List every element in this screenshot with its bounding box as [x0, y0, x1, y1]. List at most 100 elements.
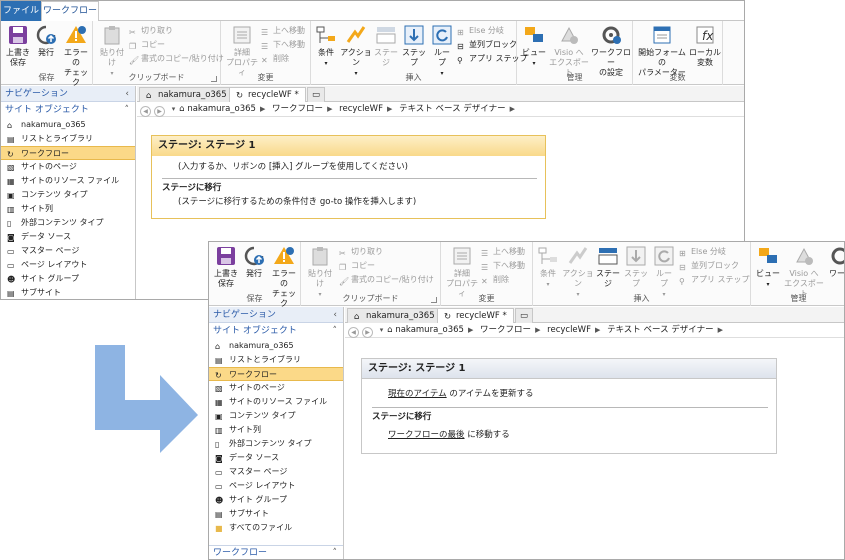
init-form-params-button[interactable]: 開始フォームの パラメーター — [637, 24, 687, 78]
stage-title[interactable]: ステージ: ステージ 1 — [362, 359, 776, 379]
current-item-link[interactable]: 現在のアイテム — [388, 389, 447, 399]
breadcrumb-item[interactable]: テキスト ベース デザイナー — [399, 104, 506, 114]
nav-item-master-pages[interactable]: ▭ マスター ページ — [1, 244, 135, 258]
tab-recyclewf[interactable]: ↻ recycleWF * — [229, 87, 306, 102]
breadcrumb-item[interactable]: nakamura_o365 — [395, 325, 464, 335]
view-button[interactable]: ビュー ▾ — [521, 24, 547, 69]
paste-button[interactable]: 貼り付け ▾ — [97, 24, 127, 79]
else-branch-button[interactable]: ⊞ Else 分岐 — [679, 246, 726, 258]
nav-item-subsites[interactable]: ▤ サブサイト — [1, 286, 135, 299]
local-vars-button[interactable]: fx ローカル 変数 — [689, 24, 721, 68]
move-down-button[interactable]: ☰ 下へ移動 — [261, 39, 305, 51]
nav-item-subsites[interactable]: ▤ サブサイト — [209, 507, 343, 521]
step-button[interactable]: ステップ — [399, 24, 429, 68]
tab-workflow[interactable]: ワークフロー — [41, 1, 99, 22]
nav-item-site-columns[interactable]: ▥ サイト列 — [209, 423, 343, 437]
tab-recyclewf[interactable]: ↻ recycleWF * — [437, 308, 514, 323]
nav-item-site-pages[interactable]: ▧ サイトのページ — [209, 381, 343, 395]
nav-section-site-objects[interactable]: サイト オブジェクト ˄ — [209, 323, 343, 339]
new-tab-button[interactable]: ▭ — [515, 308, 533, 323]
publish-button[interactable]: 発行 — [34, 24, 58, 58]
nav-item-site-pages[interactable]: ▧ サイトのページ — [1, 160, 135, 174]
breadcrumb-item[interactable]: ワークフロー — [272, 104, 323, 114]
nav-header[interactable]: ナビゲーション ‹ — [1, 86, 135, 102]
stage-placeholder[interactable]: (入力するか、リボンの [挿入] グループを使用してください) — [152, 160, 545, 174]
tab-file[interactable]: ファイル — [1, 1, 41, 21]
format-painter-button[interactable]: 🖌 書式のコピー/貼り付け — [339, 274, 434, 286]
breadcrumb-item[interactable]: テキスト ベース デザイナー — [607, 325, 714, 335]
chevron-down-icon[interactable]: ▾ — [172, 105, 176, 113]
chevron-left-icon[interactable]: ‹ — [125, 86, 129, 102]
loop-button[interactable]: ループ ▾ — [431, 24, 453, 79]
nav-item-page-layouts[interactable]: ▭ ページ レイアウト — [209, 479, 343, 493]
clipboard-launcher[interactable] — [431, 297, 437, 303]
transition-placeholder[interactable]: (ステージに移行するための条件付き go-to 操作を挿入します) — [152, 195, 545, 209]
save-button[interactable]: 上書き 保存 — [5, 24, 31, 68]
view-button[interactable]: ビュー ▾ — [755, 245, 781, 290]
else-branch-button[interactable]: ⊞ Else 分岐 — [457, 25, 504, 37]
copy-button[interactable]: ❐ コピー — [129, 39, 165, 51]
nav-item-all-files[interactable]: ■ すべてのファイル — [209, 521, 343, 535]
clipboard-launcher[interactable] — [211, 76, 217, 82]
publish-button[interactable]: 発行 — [242, 245, 266, 279]
workflow-settings-button[interactable]: ワークフロー の設定 — [591, 24, 631, 78]
paste-button[interactable]: 貼り付け ▾ — [305, 245, 335, 300]
nav-item-site-assets[interactable]: ▦ サイトのリソース ファイル — [1, 174, 135, 188]
condition-button[interactable]: 条件 ▾ — [314, 24, 338, 69]
chevron-down-icon[interactable]: ▾ — [380, 326, 384, 334]
new-tab-button[interactable]: ▭ — [307, 87, 325, 102]
copy-button[interactable]: ❐ コピー — [339, 260, 375, 272]
nav-item-external-content-types[interactable]: ▯ 外部コンテンツ タイプ — [209, 437, 343, 451]
workflow-settings-button[interactable]: ワー — [829, 245, 844, 279]
chevron-up-icon[interactable]: ˄ — [125, 102, 130, 118]
delete-button[interactable]: ✕ 削除 — [481, 274, 509, 286]
move-up-button[interactable]: ☰ 上へ移動 — [261, 25, 305, 37]
nav-item-workflows[interactable]: ↻ ワークフロー — [1, 146, 135, 160]
forward-arrow-icon[interactable]: ▶ — [154, 106, 165, 117]
forward-arrow-icon[interactable]: ▶ — [362, 327, 373, 338]
stage-title[interactable]: ステージ: ステージ 1 — [152, 136, 545, 156]
back-arrow-icon[interactable]: ◀ — [140, 106, 151, 117]
stage-card[interactable]: ステージ: ステージ 1 現在のアイテム のアイテムを更新する ステージに移行 … — [361, 358, 777, 454]
details-button[interactable]: 詳細 プロパティ — [225, 24, 259, 78]
save-button[interactable]: 上書き 保存 — [213, 245, 239, 289]
nav-footer-workflows[interactable]: ワークフロー ˄ — [209, 545, 343, 559]
stage-card[interactable]: ステージ: ステージ 1 (入力するか、リボンの [挿入] グループを使用してく… — [151, 135, 546, 219]
nav-item-lists[interactable]: ▤ リストとライブラリ — [209, 353, 343, 367]
loop-button[interactable]: ループ ▾ — [653, 245, 675, 300]
chevron-up-icon[interactable]: ˄ — [333, 546, 338, 559]
action-button[interactable]: アクション ▾ — [561, 245, 595, 300]
nav-item-site[interactable]: ⌂ nakamura_o365 — [1, 118, 135, 132]
visio-export-button[interactable]: Visio へエクスポート — [548, 24, 590, 78]
stage-button[interactable]: ステージ — [374, 24, 398, 68]
step-button[interactable]: ステップ — [621, 245, 651, 289]
back-arrow-icon[interactable]: ◀ — [348, 327, 359, 338]
nav-header[interactable]: ナビゲーション ‹ — [209, 307, 343, 323]
nav-item-workflows[interactable]: ↻ ワークフロー — [209, 367, 343, 381]
details-button[interactable]: 詳細 プロパティ — [445, 245, 479, 299]
nav-item-external-content-types[interactable]: ▯ 外部コンテンツ タイプ — [1, 216, 135, 230]
format-painter-button[interactable]: 🖌 書式のコピー/貼り付け — [129, 53, 224, 65]
app-step-button[interactable]: ⚲ アプリ ステップ — [679, 274, 750, 286]
move-up-button[interactable]: ☰ 上へ移動 — [481, 246, 525, 258]
nav-item-site[interactable]: ⌂ nakamura_o365 — [209, 339, 343, 353]
delete-button[interactable]: ✕ 削除 — [261, 53, 289, 65]
breadcrumb-item[interactable]: recycleWF — [547, 325, 591, 335]
parallel-block-button[interactable]: ⊟ 並列ブロック — [457, 39, 517, 51]
tab-site-home[interactable]: ⌂ nakamura_o365 — [139, 87, 234, 102]
cut-button[interactable]: ✂ 切り取り — [129, 25, 173, 37]
nav-item-content-types[interactable]: ▣ コンテンツ タイプ — [209, 409, 343, 423]
move-down-button[interactable]: ☰ 下へ移動 — [481, 260, 525, 272]
action-button[interactable]: アクション ▾ — [339, 24, 373, 79]
nav-item-lists[interactable]: ▤ リストとライブラリ — [1, 132, 135, 146]
nav-item-data-sources[interactable]: ◙ データ ソース — [209, 451, 343, 465]
nav-item-site-assets[interactable]: ▦ サイトのリソース ファイル — [209, 395, 343, 409]
nav-section-site-objects[interactable]: サイト オブジェクト ˄ — [1, 102, 135, 118]
nav-item-site-groups[interactable]: ☻ サイト グループ — [209, 493, 343, 507]
breadcrumb-item[interactable]: recycleWF — [339, 104, 383, 114]
end-of-workflow-link[interactable]: ワークフローの最後 — [388, 430, 465, 440]
parallel-block-button[interactable]: ⊟ 並列ブロック — [679, 260, 739, 272]
stage-button[interactable]: ステージ — [596, 245, 620, 289]
chevron-left-icon[interactable]: ‹ — [333, 307, 337, 323]
breadcrumb-item[interactable]: ワークフロー — [480, 325, 531, 335]
